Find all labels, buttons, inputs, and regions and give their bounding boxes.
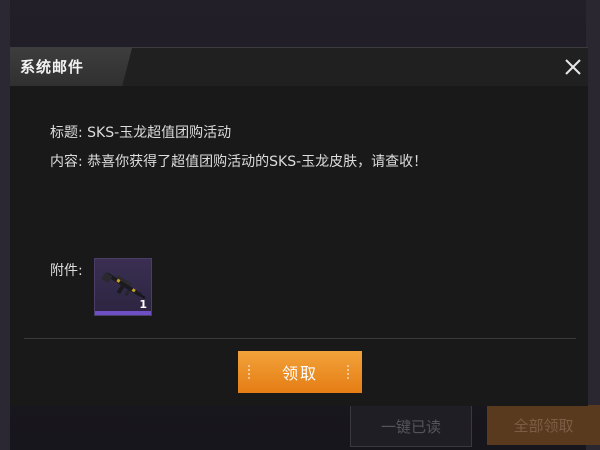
attachment-item-slot[interactable]: 1 — [94, 258, 152, 316]
dialog-header: 系统邮件 — [10, 48, 588, 86]
mark-all-read-button: 一键已读 — [350, 405, 472, 447]
claim-button-label: 领取 — [281, 364, 318, 383]
attachment-count: 1 — [139, 298, 147, 311]
dialog-title: 系统邮件 — [20, 58, 85, 76]
button-decoration-right — [347, 365, 352, 379]
close-button[interactable] — [560, 48, 588, 86]
claim-button[interactable]: 领取 — [238, 351, 362, 393]
mail-content-label: 内容: — [50, 154, 83, 170]
mail-content-value: 恭喜你获得了超值团购活动的SKS-玉龙皮肤，请查收！ — [87, 154, 428, 170]
mail-content-row: 内容: 恭喜你获得了超值团购活动的SKS-玉龙皮肤，请查收！ — [50, 151, 427, 171]
claim-all-button: 全部领取 — [487, 405, 600, 445]
mail-title-row: 标题: SKS-玉龙超值团购活动 — [50, 122, 231, 142]
mail-title-value: SKS-玉龙超值团购活动 — [87, 125, 232, 141]
background-right-panel — [586, 0, 600, 450]
attachment-label: 附件: — [50, 263, 83, 279]
mail-title-label: 标题: — [50, 125, 83, 141]
rarity-bar — [95, 311, 151, 315]
system-mail-dialog: 系统邮件 标题: SKS-玉龙超值团购活动 内容: 恭喜你获得了超值团购活动的S… — [10, 47, 588, 406]
close-icon — [565, 59, 581, 75]
divider — [24, 338, 576, 339]
button-decoration-left — [248, 365, 253, 379]
background-left-panel — [0, 0, 10, 450]
